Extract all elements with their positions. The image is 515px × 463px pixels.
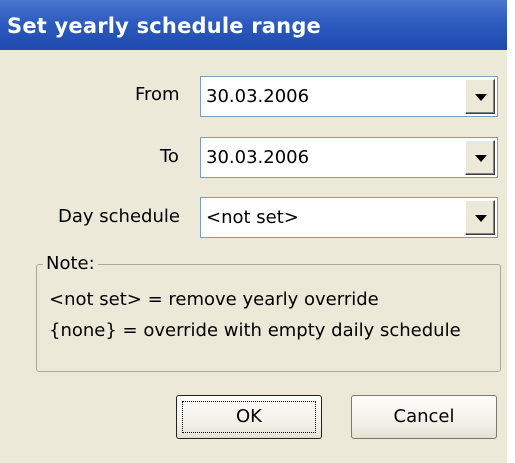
- focus-rectangle: [182, 401, 316, 433]
- day-schedule-dropdown-button[interactable]: [465, 200, 495, 235]
- note-line-none: {none} = override with empty daily sched…: [49, 320, 461, 341]
- day-schedule-select[interactable]: <not set>: [200, 197, 498, 238]
- from-date-value: 30.03.2006: [206, 86, 310, 107]
- note-line-not-set: <not set> = remove yearly override: [49, 289, 379, 310]
- from-dropdown-button[interactable]: [465, 79, 495, 114]
- from-label: From: [135, 84, 180, 105]
- to-date-select[interactable]: 30.03.2006: [200, 137, 498, 178]
- chevron-down-icon: [475, 155, 487, 162]
- set-yearly-schedule-dialog: Set yearly schedule range From 30.03.200…: [0, 0, 507, 463]
- dialog-title-bar[interactable]: Set yearly schedule range: [0, 0, 507, 50]
- to-date-value: 30.03.2006: [206, 147, 310, 168]
- dialog-title: Set yearly schedule range: [7, 14, 322, 38]
- note-legend: Note:: [43, 253, 98, 274]
- cancel-button-label: Cancel: [393, 406, 455, 427]
- chevron-down-icon: [475, 94, 487, 101]
- day-schedule-value: <not set>: [206, 207, 299, 228]
- to-label: To: [160, 146, 179, 167]
- day-schedule-label: Day schedule: [58, 206, 180, 227]
- from-date-select[interactable]: 30.03.2006: [200, 76, 498, 117]
- note-groupbox: Note: <not set> = remove yearly override…: [36, 253, 501, 372]
- to-dropdown-button[interactable]: [465, 140, 495, 175]
- chevron-down-icon: [475, 215, 487, 222]
- cancel-button[interactable]: Cancel: [351, 395, 497, 439]
- ok-button[interactable]: OK: [176, 395, 322, 439]
